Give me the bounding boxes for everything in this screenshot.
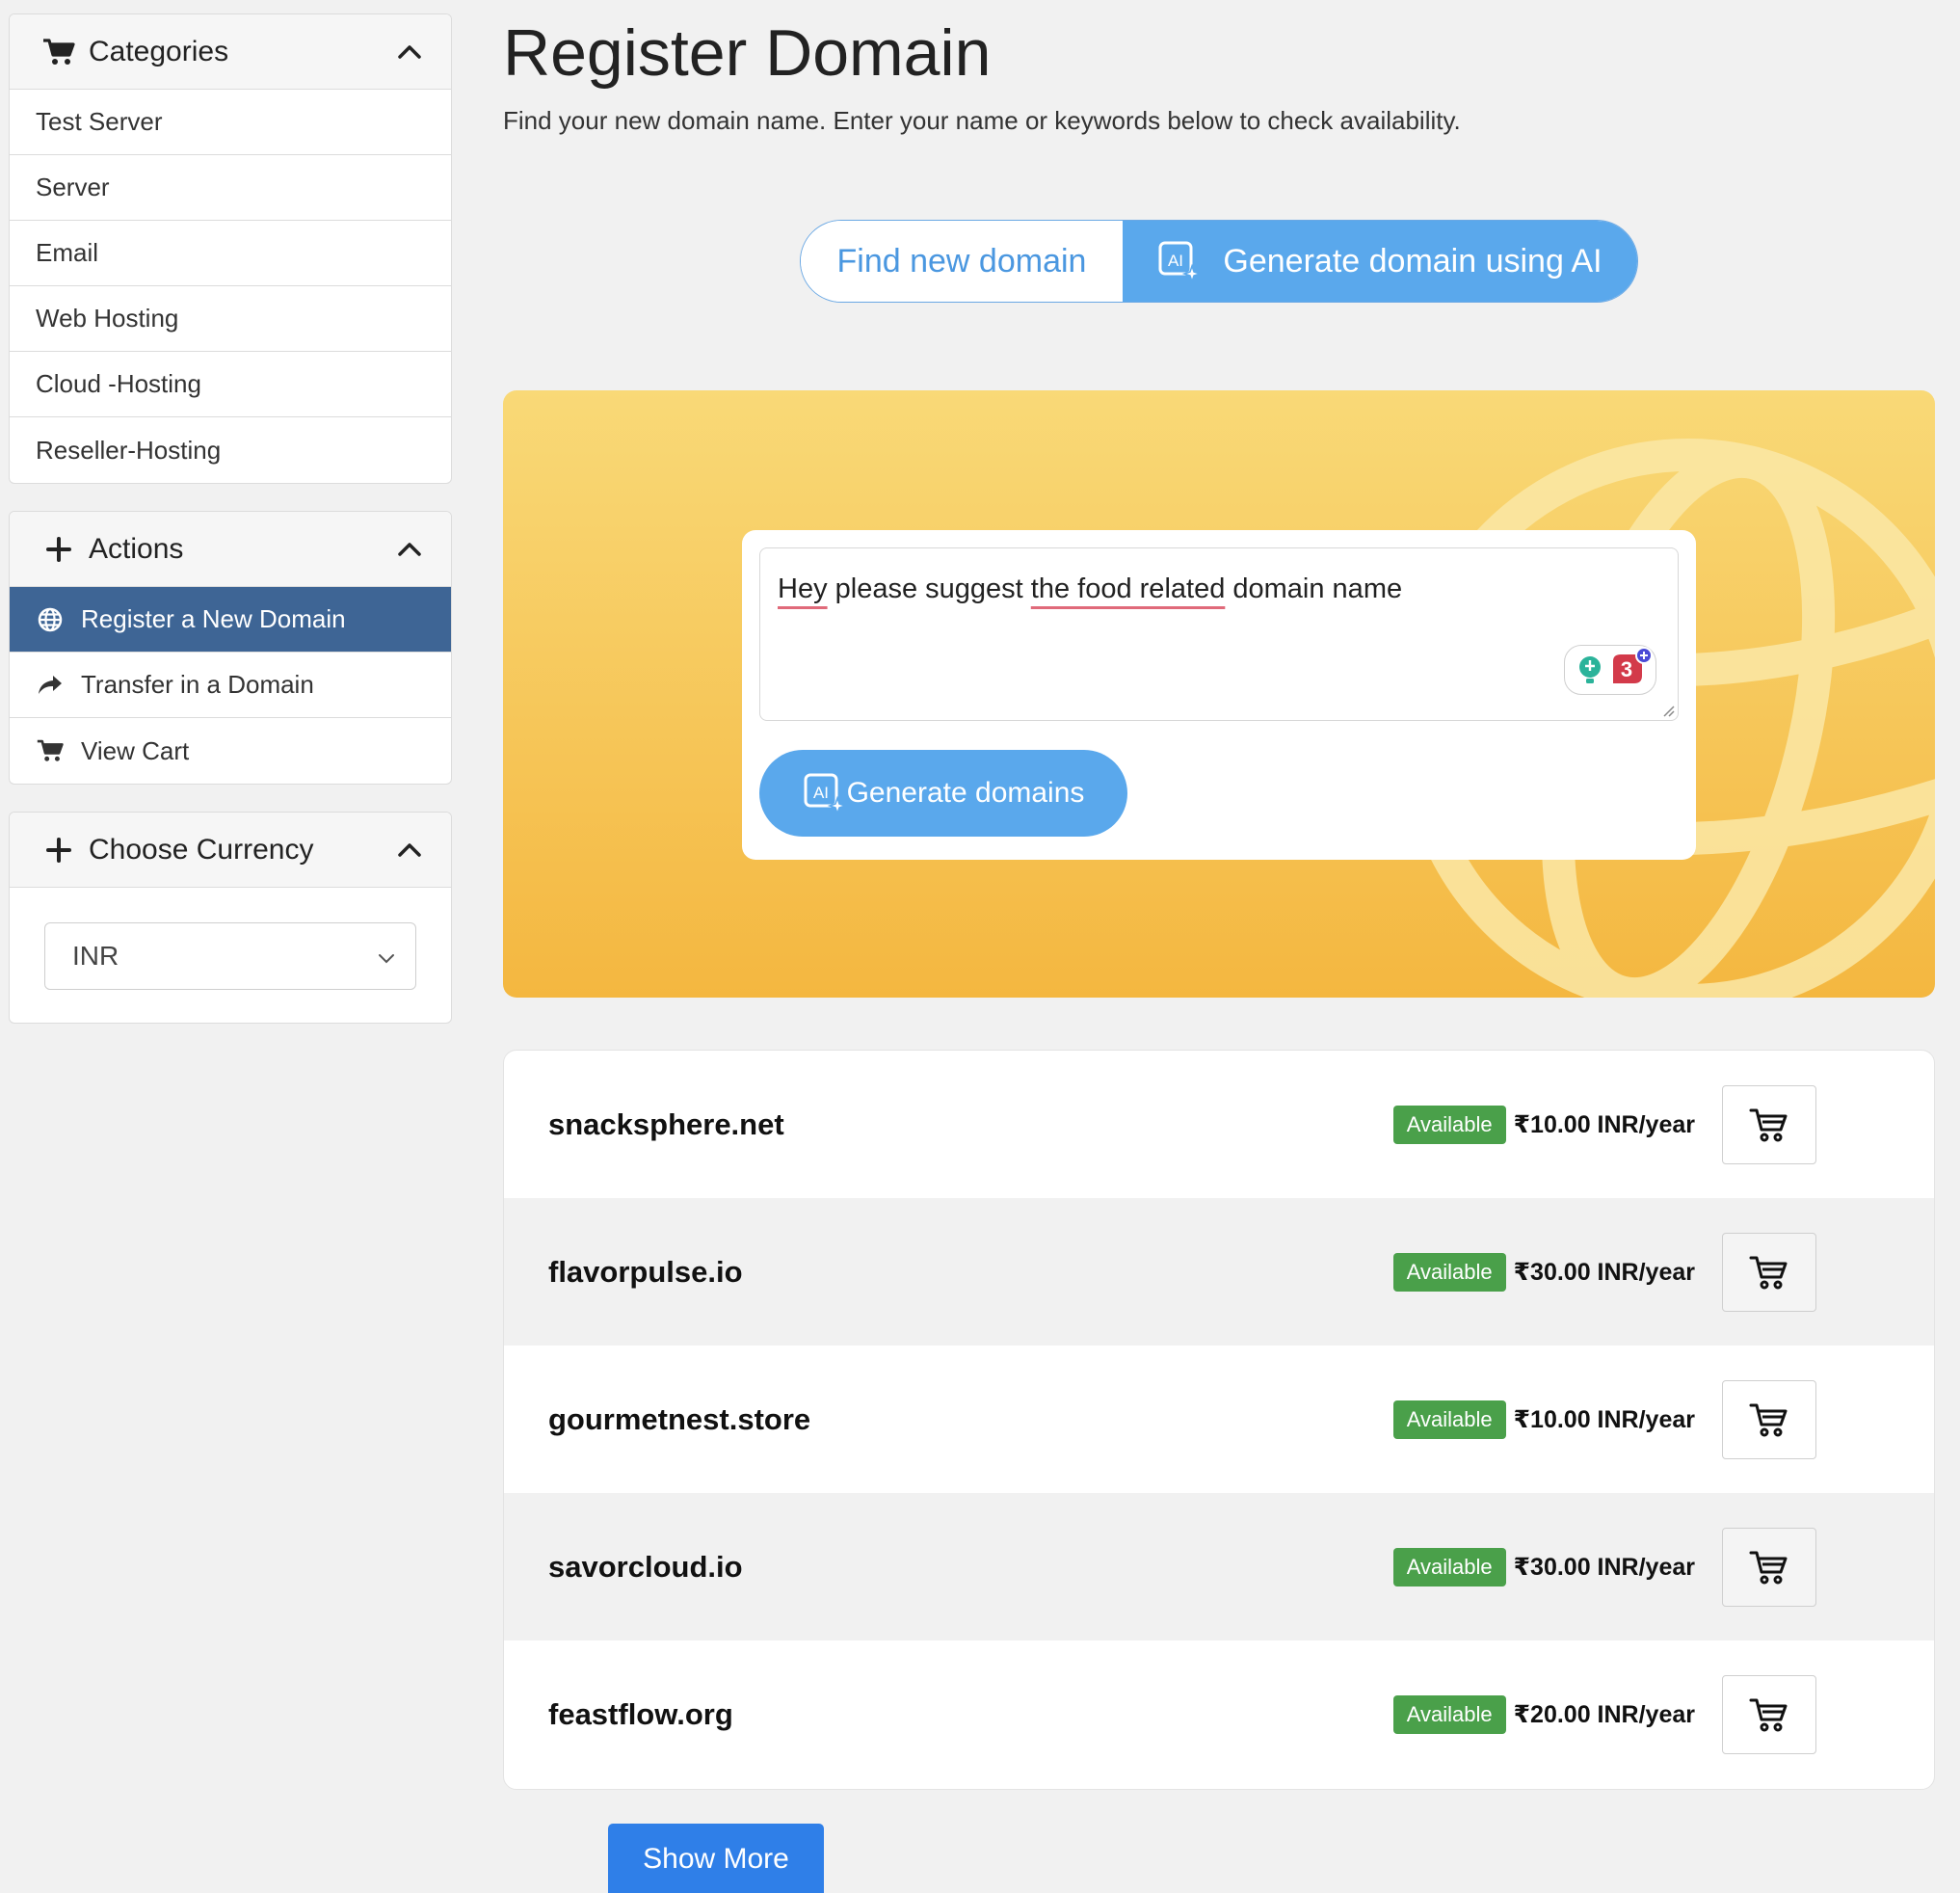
actions-title: Actions	[89, 532, 184, 565]
svg-text:AI: AI	[813, 784, 829, 802]
chevron-down-icon	[377, 941, 396, 972]
currency-select[interactable]: INR	[44, 922, 416, 990]
prompt-text-word: domain name	[1225, 573, 1403, 604]
domain-price: ₹10.00 INR/year	[1513, 1110, 1695, 1138]
sidebar-item-label: Cloud -Hosting	[36, 369, 201, 398]
domain-price: ₹30.00 INR/year	[1513, 1258, 1695, 1286]
actions-header[interactable]: Actions	[10, 512, 451, 587]
domain-result-row: gourmetnest.store Available ₹10.00 INR/y…	[504, 1346, 1934, 1493]
share-arrow-icon	[37, 672, 64, 699]
sidebar-item-label: Email	[36, 238, 99, 267]
generate-domain-ai-tab[interactable]: AI Generate domain using AI	[1123, 221, 1637, 302]
sidebar-item-view-cart[interactable]: View Cart	[10, 718, 451, 784]
domain-result-row: flavorpulse.io Available ₹30.00 INR/year	[504, 1198, 1934, 1346]
grammar-checker-badge[interactable]: 3	[1564, 645, 1656, 695]
domain-result-row: savorcloud.io Available ₹30.00 INR/year	[504, 1493, 1934, 1640]
sidebar: Categories Test Server Server Email Web …	[9, 13, 452, 1051]
domain-results-list: snacksphere.net Available ₹10.00 INR/yea…	[503, 1050, 1935, 1790]
svg-text:AI: AI	[1168, 252, 1183, 270]
ai-prompt-card: Hey please suggest the food related doma…	[742, 530, 1696, 860]
plus-icon	[42, 834, 75, 867]
sidebar-item-label: Register a New Domain	[81, 604, 346, 633]
grammar-count-icon: 3	[1613, 647, 1653, 683]
resize-handle-icon[interactable]	[1660, 703, 1676, 718]
domain-name: savorcloud.io	[548, 1549, 743, 1584]
sidebar-item-label: Server	[36, 173, 110, 201]
chevron-up-icon[interactable]	[395, 38, 424, 67]
show-more-label: Show More	[643, 1843, 789, 1875]
sidebar-item-reseller-hosting[interactable]: Reseller-Hosting	[10, 417, 451, 483]
search-mode-toggle: Find new domain AI Generate domain using…	[800, 220, 1638, 303]
chevron-up-icon[interactable]	[395, 836, 424, 865]
cart-icon	[37, 737, 64, 764]
prompt-text-word: the food related	[1030, 573, 1226, 604]
domain-price: ₹10.00 INR/year	[1513, 1405, 1695, 1433]
add-to-cart-button[interactable]	[1722, 1527, 1816, 1607]
add-to-cart-button[interactable]	[1722, 1232, 1816, 1312]
generate-domains-label: Generate domains	[846, 777, 1085, 809]
sidebar-item-web-hosting[interactable]: Web Hosting	[10, 286, 451, 352]
availability-badge: Available	[1392, 1105, 1506, 1144]
availability-badge: Available	[1392, 1547, 1506, 1586]
sidebar-item-label: Web Hosting	[36, 304, 179, 333]
prompt-text-word: Hey	[778, 573, 828, 604]
sidebar-item-email[interactable]: Email	[10, 221, 451, 286]
actions-panel: Actions Register a New Domain Transfer i…	[9, 511, 452, 785]
add-to-cart-button[interactable]	[1722, 1379, 1816, 1459]
cart-icon	[1749, 1551, 1788, 1584]
add-to-cart-button[interactable]	[1722, 1674, 1816, 1754]
find-new-domain-tab[interactable]: Find new domain	[801, 221, 1123, 302]
domain-name: feastflow.org	[548, 1696, 733, 1731]
ai-generate-banner: Hey please suggest the food related doma…	[503, 390, 1935, 998]
currency-body: INR	[10, 888, 451, 1023]
domain-price: ₹20.00 INR/year	[1513, 1700, 1695, 1728]
ai-prompt-textarea[interactable]: Hey please suggest the food related doma…	[759, 547, 1679, 721]
availability-badge: Available	[1392, 1252, 1506, 1292]
cart-icon	[42, 36, 75, 68]
generate-domain-ai-label: Generate domain using AI	[1223, 242, 1602, 280]
chevron-up-icon[interactable]	[395, 535, 424, 564]
cart-icon	[1749, 1698, 1788, 1731]
domain-name: flavorpulse.io	[548, 1254, 743, 1289]
cart-icon	[1749, 1108, 1788, 1141]
cart-icon	[1749, 1256, 1788, 1289]
prompt-text-word: please suggest	[827, 573, 1031, 604]
page-title: Register Domain	[503, 16, 992, 90]
sidebar-item-transfer-domain[interactable]: Transfer in a Domain	[10, 653, 451, 718]
sidebar-item-cloud-hosting[interactable]: Cloud -Hosting	[10, 352, 451, 417]
domain-name: snacksphere.net	[548, 1106, 784, 1141]
generate-domains-button[interactable]: AI Generate domains	[759, 750, 1127, 837]
plus-icon	[42, 533, 75, 566]
sidebar-item-label: Transfer in a Domain	[81, 670, 314, 699]
sidebar-item-server[interactable]: Server	[10, 155, 451, 221]
domain-result-row: feastflow.org Available ₹20.00 INR/year	[504, 1640, 1934, 1788]
domain-result-row: snacksphere.net Available ₹10.00 INR/yea…	[504, 1051, 1934, 1198]
page-subtitle: Find your new domain name. Enter your na…	[503, 106, 1461, 135]
grammar-count: 3	[1621, 657, 1632, 681]
sidebar-item-label: Reseller-Hosting	[36, 435, 222, 465]
categories-panel: Categories Test Server Server Email Web …	[9, 13, 452, 484]
availability-badge: Available	[1392, 1694, 1506, 1734]
categories-header[interactable]: Categories	[10, 14, 451, 90]
show-more-button[interactable]: Show More	[608, 1824, 824, 1893]
currency-panel: Choose Currency INR	[9, 812, 452, 1024]
domain-price: ₹30.00 INR/year	[1513, 1553, 1695, 1581]
sidebar-item-test-server[interactable]: Test Server	[10, 90, 451, 155]
sidebar-item-register-domain[interactable]: Register a New Domain	[10, 587, 451, 653]
lightbulb-icon	[1579, 656, 1601, 683]
domain-name: gourmetnest.store	[548, 1401, 811, 1436]
globe-icon	[37, 606, 64, 633]
add-to-cart-button[interactable]	[1722, 1084, 1816, 1164]
ai-sparkle-icon: AI	[803, 771, 847, 816]
cart-icon	[1749, 1403, 1788, 1436]
sidebar-item-label: View Cart	[81, 735, 190, 765]
categories-title: Categories	[89, 35, 229, 67]
availability-badge: Available	[1392, 1400, 1506, 1439]
find-new-domain-label: Find new domain	[836, 242, 1087, 280]
currency-header[interactable]: Choose Currency	[10, 813, 451, 888]
sidebar-item-label: Test Server	[36, 107, 163, 136]
currency-selected-value: INR	[72, 941, 119, 971]
ai-sparkle-icon: AI	[1157, 239, 1203, 284]
currency-title: Choose Currency	[89, 833, 314, 866]
